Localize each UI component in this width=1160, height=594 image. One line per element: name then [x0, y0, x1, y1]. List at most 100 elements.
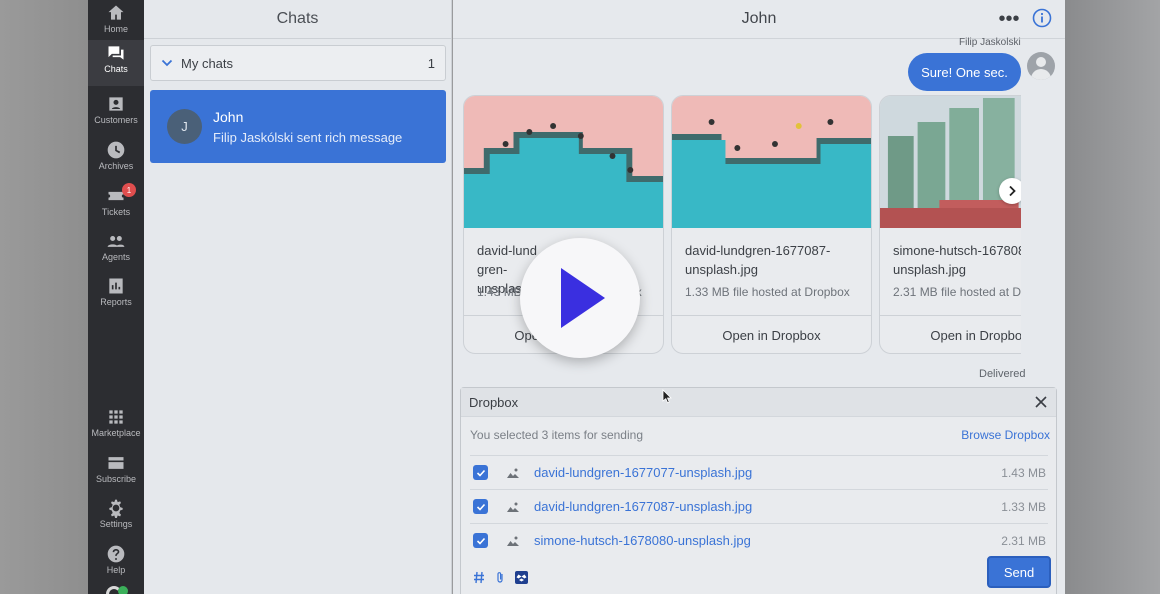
- nav-subscribe-label: Subscribe: [95, 474, 137, 484]
- image-thumbnail: [672, 96, 871, 228]
- conversation-title: John: [741, 10, 777, 27]
- nav-chats[interactable]: Chats: [88, 40, 144, 86]
- agents-icon: [107, 236, 125, 247]
- file-name-link[interactable]: david-lundgren-1677087-unsplash.jpg: [534, 499, 752, 514]
- file-card: david-lundgren-1677087- unsplash.jpg 1.3…: [671, 95, 872, 354]
- settings-icon: [109, 499, 123, 518]
- chevron-right-icon: [1009, 185, 1016, 197]
- chevron-down-icon: [161, 59, 173, 67]
- chat-list-panel: Chats My chats 1 J John Filip Jaskólski …: [144, 0, 452, 594]
- my-chats-group[interactable]: My chats 1: [150, 45, 446, 81]
- background-left: [0, 0, 88, 594]
- image-thumbnail: [880, 96, 1021, 228]
- play-icon: [561, 268, 605, 328]
- nav-settings[interactable]: Settings: [88, 495, 144, 539]
- dropbox-icon[interactable]: [515, 571, 528, 584]
- nav-marketplace-label: Marketplace: [91, 428, 141, 438]
- file-card: simone-hutsch-1678080 unsplash.jpg 2.31 …: [879, 95, 1021, 354]
- nav-chats-label: Chats: [104, 64, 128, 74]
- close-icon[interactable]: [1033, 394, 1049, 410]
- hashtag-icon[interactable]: [473, 571, 485, 584]
- subscribe-icon: [108, 457, 124, 469]
- online-status-dot: [118, 586, 128, 594]
- main-sidebar: Home Chats Customers Archives Tickets 1 …: [88, 0, 144, 594]
- nav-help-label: Help: [106, 565, 126, 575]
- image-file-icon: [507, 468, 519, 478]
- nav-subscribe[interactable]: Subscribe: [88, 450, 144, 494]
- chat-list-title: Chats: [144, 0, 451, 39]
- reports-icon: [109, 278, 123, 294]
- selection-summary: You selected 3 items for sending Browse …: [470, 428, 1050, 442]
- checkmark-icon: [476, 469, 485, 477]
- browse-dropbox-link[interactable]: Browse Dropbox: [961, 428, 1050, 442]
- chat-row-john[interactable]: J John Filip Jaskólski sent rich message: [150, 90, 446, 163]
- background-right: [1065, 0, 1160, 594]
- conversation-header: John •••: [453, 0, 1065, 39]
- tickets-badge: 1: [122, 183, 136, 197]
- dropbox-panel: Dropbox You selected 3 items for sending…: [460, 387, 1057, 594]
- delivery-status: Delivered: [979, 368, 1026, 380]
- image-file-icon: [507, 536, 519, 546]
- my-chats-label: My chats: [181, 55, 234, 71]
- my-chats-count: 1: [427, 55, 435, 71]
- nav-agents-label: Agents: [101, 252, 131, 262]
- nav-home-label: Home: [103, 24, 128, 34]
- nav-home[interactable]: Home: [88, 0, 144, 44]
- chats-icon: [108, 46, 124, 60]
- dropbox-header: Dropbox: [461, 388, 1056, 417]
- nav-settings-label: Settings: [99, 519, 133, 529]
- file-checkbox[interactable]: [473, 499, 488, 514]
- nav-reports-label: Reports: [100, 297, 132, 307]
- file-size: 1.43 MB: [1001, 465, 1046, 480]
- file-name-link[interactable]: simone-hutsch-1678080-unsplash.jpg: [534, 533, 751, 548]
- file-checkbox[interactable]: [473, 465, 488, 480]
- nav-marketplace[interactable]: Marketplace: [88, 404, 144, 448]
- nav-help[interactable]: Help: [88, 541, 144, 585]
- file-row: simone-hutsch-1678080-unsplash.jpg 2.31 …: [470, 523, 1048, 557]
- card-filename: simone-hutsch-1678080 unsplash.jpg: [893, 243, 1021, 277]
- selected-count-text: You selected 3 items for sending: [470, 428, 643, 442]
- mouse-cursor-icon: [662, 389, 672, 404]
- file-size: 1.33 MB: [1001, 499, 1046, 514]
- marketplace-icon: [109, 410, 123, 424]
- image-thumbnail: [464, 96, 663, 228]
- customers-icon: [109, 97, 123, 111]
- image-file-icon: [507, 502, 519, 512]
- open-in-dropbox-button[interactable]: Open in Dropbox: [880, 315, 1021, 353]
- file-checkbox[interactable]: [473, 533, 488, 548]
- help-icon: [107, 545, 125, 563]
- composer-toolbar: [473, 571, 538, 584]
- nav-customers-label: Customers: [94, 115, 138, 125]
- sender-name: Filip Jaskolski: [959, 37, 1021, 48]
- card-filename: david-lundgren-1677087- unsplash.jpg: [685, 243, 831, 277]
- home-icon: [108, 5, 124, 20]
- checkmark-icon: [476, 503, 485, 511]
- card-meta: 1.33 MB file hosted at Dropbox: [685, 285, 850, 299]
- open-in-dropbox-button[interactable]: Open in Dropbox: [672, 315, 871, 353]
- archives-icon: [107, 141, 125, 159]
- nav-archives[interactable]: Archives: [88, 137, 144, 181]
- nav-tickets-label: Tickets: [101, 207, 131, 217]
- send-button[interactable]: Send: [987, 556, 1051, 588]
- dropbox-title: Dropbox: [469, 394, 519, 410]
- file-size: 2.31 MB: [1001, 533, 1046, 548]
- file-row: david-lundgren-1677077-unsplash.jpg 1.43…: [470, 455, 1048, 489]
- file-name-link[interactable]: david-lundgren-1677077-unsplash.jpg: [534, 465, 752, 480]
- checkmark-icon: [476, 537, 485, 545]
- play-video-button[interactable]: [520, 238, 640, 358]
- nav-tickets[interactable]: Tickets 1: [88, 183, 144, 227]
- info-icon[interactable]: [1032, 8, 1052, 28]
- nav-reports[interactable]: Reports: [88, 273, 144, 317]
- card-meta: 2.31 MB file hosted at Dropbox: [893, 285, 1021, 299]
- nav-agents[interactable]: Agents: [88, 228, 144, 272]
- message-bubble: Sure! One sec.: [908, 53, 1021, 91]
- file-row: david-lundgren-1677087-unsplash.jpg 1.33…: [470, 489, 1048, 523]
- chat-name: John: [213, 108, 244, 125]
- more-options-icon[interactable]: •••: [998, 8, 1020, 30]
- agent-avatar: [1027, 52, 1055, 80]
- chat-avatar: J: [167, 109, 202, 144]
- attachment-icon[interactable]: [495, 571, 505, 584]
- nav-customers[interactable]: Customers: [88, 91, 144, 135]
- nav-archives-label: Archives: [98, 161, 134, 171]
- carousel-next-button[interactable]: [999, 178, 1021, 204]
